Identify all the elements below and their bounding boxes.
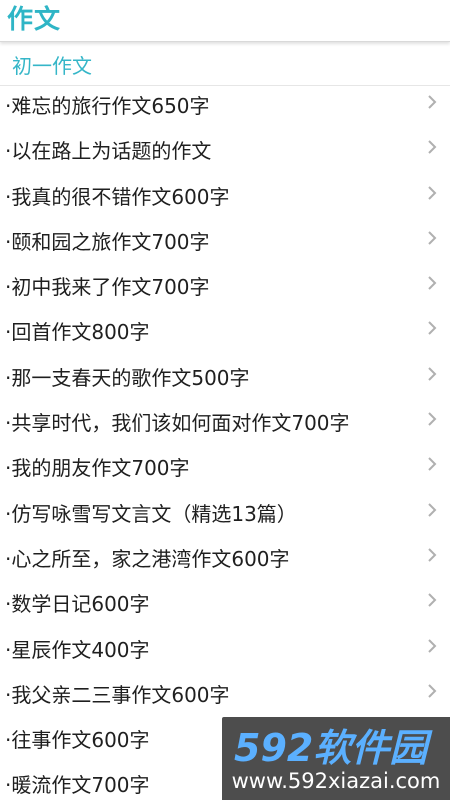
list-item-label: ·往事作文600字 — [5, 728, 150, 753]
list-item-label: ·共享时代，我们该如何面对作文700字 — [5, 411, 350, 436]
list-item[interactable]: ·仿写咏雪写文言文（精选13篇） — [0, 494, 450, 539]
list-item-label: ·难忘的旅行作文650字 — [5, 94, 210, 118]
chevron-right-icon — [428, 140, 437, 155]
list-item[interactable]: ·我的朋友作文700字 — [0, 448, 450, 493]
list-item[interactable]: ·我真的很不错作文600字 — [0, 177, 450, 222]
list-item[interactable]: ·难忘的旅行作文650字 — [0, 86, 450, 131]
chevron-right-icon — [428, 321, 437, 336]
list-item-label: ·心之所至，家之港湾作文600字 — [5, 546, 290, 571]
list-item[interactable]: ·我父亲二三事作文600字 — [0, 675, 450, 720]
list-item-label: ·数学日记600字 — [5, 592, 150, 617]
list-item-label: ·暖流作文700字 — [5, 773, 150, 798]
list-item-label: ·仿写咏雪写文言文（精选13篇） — [5, 501, 297, 526]
list-item[interactable]: ·共享时代，我们该如何面对作文700字 — [0, 403, 450, 448]
list-item[interactable]: ·星辰作文400字 — [0, 630, 450, 675]
chevron-right-icon — [428, 548, 437, 562]
list-item-label: ·初中我来了作文700字 — [5, 275, 210, 300]
app-header: 作文 — [0, 0, 450, 42]
article-list: ·难忘的旅行作文650字 ·以在路上为话题的作文 ·我真的很不错作文600字 ·… — [0, 86, 450, 800]
chevron-right-icon — [428, 684, 437, 698]
list-item[interactable]: ·数学日记600字 — [0, 584, 450, 629]
chevron-right-icon — [428, 276, 437, 290]
list-item[interactable]: ·心之所至，家之港湾作文600字 — [0, 539, 450, 584]
watermark-url: www.592xiazai.com — [231, 769, 441, 793]
chevron-right-icon — [428, 638, 437, 653]
list-item[interactable]: ·回首作文800字 — [0, 312, 450, 357]
chevron-right-icon — [428, 367, 437, 381]
list-item-label: ·我真的很不错作文600字 — [5, 184, 230, 209]
chevron-right-icon — [428, 593, 437, 607]
watermark-brand: 592软件园 — [234, 726, 433, 770]
list-item-label: ·颐和园之旅作文700字 — [5, 229, 210, 254]
page-title: 作文 — [7, 5, 62, 35]
chevron-right-icon — [428, 412, 437, 426]
watermark-logo: 592软件园 — [234, 726, 433, 770]
list-item-label: ·以在路上为话题的作文 — [5, 139, 212, 164]
list-item-label: ·我父亲二三事作文600字 — [5, 682, 230, 707]
chevron-right-icon — [428, 457, 437, 472]
chevron-right-icon — [428, 502, 437, 517]
list-item[interactable]: ·颐和园之旅作文700字 — [0, 222, 450, 267]
chevron-right-icon — [428, 185, 437, 200]
chevron-right-icon — [428, 231, 437, 245]
category-header[interactable]: 初一作文 — [0, 46, 450, 86]
list-item-label: ·回首作文800字 — [5, 320, 150, 345]
app-screen: 作文 初一作文 ·难忘的旅行作文650字 ·以在路上为话题的作文 ·我真的很不错… — [0, 0, 450, 800]
list-item-label: ·那一支春天的歌作文500字 — [5, 365, 250, 390]
chevron-right-icon — [428, 95, 437, 109]
category-label: 初一作文 — [12, 54, 92, 78]
list-item-label: ·我的朋友作文700字 — [5, 456, 190, 481]
list-item[interactable]: ·初中我来了作文700字 — [0, 267, 450, 312]
list-item[interactable]: ·那一支春天的歌作文500字 — [0, 358, 450, 403]
watermark-overlay: 592软件园 www.592xiazai.com — [222, 717, 450, 800]
list-item-label: ·星辰作文400字 — [5, 637, 150, 662]
list-item[interactable]: ·以在路上为话题的作文 — [0, 131, 450, 176]
